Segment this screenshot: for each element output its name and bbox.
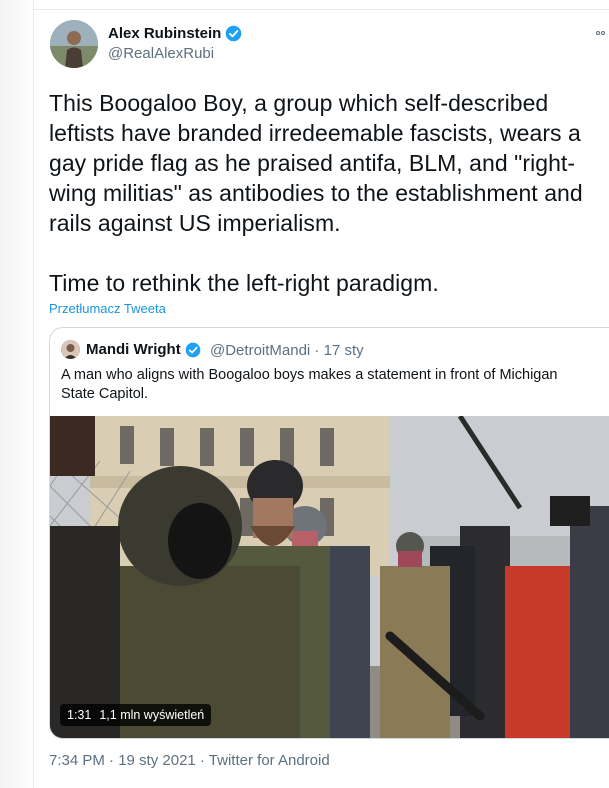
tweet-timestamp[interactable]: 7:34 PM · 19 sty 2021 · Twitter for Andr… [49,752,330,769]
video-views: 1,1 mln wyświetleń [99,708,205,722]
video-info-badge: 1:31 1,1 mln wyświetleń [60,704,212,726]
author-handle[interactable]: @RealAlexRubi [108,45,214,62]
verified-badge-icon [226,25,242,42]
quoted-tweet[interactable]: Mandi Wright @DetroitMandi · 17 sty A ma… [49,327,609,739]
verified-badge-icon [185,342,201,357]
tweet: Alex Rubinstein @RealAlexRubi This Booga… [34,10,609,788]
video-player[interactable]: 1:31 1,1 mln wyświetleń [50,416,609,738]
quoted-author-name-text: Mandi Wright [86,341,181,358]
video-duration: 1:31 [67,708,92,722]
page-gutter [0,0,34,788]
previous-tweet-edge [34,0,609,10]
tweet-text: This Boogaloo Boy, a group which self-de… [49,90,583,296]
author-name-text[interactable]: Alex Rubinstein [108,25,221,42]
quoted-author-meta: @DetroitMandi · 17 sty [210,342,364,359]
author-name[interactable]: Alex Rubinstein [108,25,242,42]
quoted-author-name: Mandi Wright [86,341,201,358]
video-frame [50,416,609,738]
author-avatar[interactable] [50,20,98,68]
quoted-tweet-text: A man who aligns with Boogaloo boys make… [61,367,558,402]
more-options-icon[interactable] [595,26,609,40]
translate-tweet-link[interactable]: Przetłumacz Tweeta [49,301,166,316]
quoted-author-avatar [61,340,80,359]
